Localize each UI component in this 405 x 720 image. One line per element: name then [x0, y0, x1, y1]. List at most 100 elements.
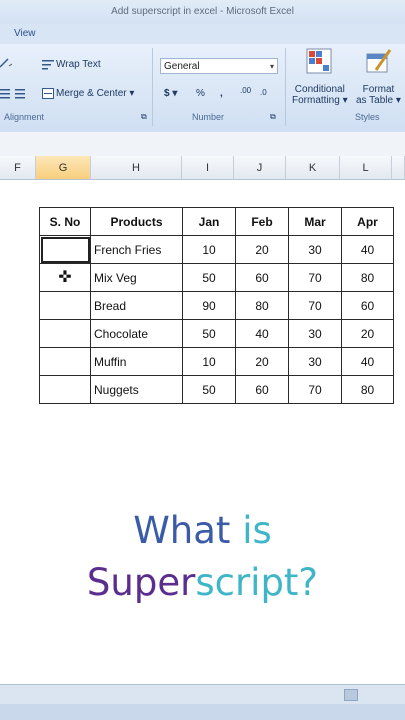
cell-sno[interactable]: ✜	[39, 263, 91, 292]
number-format-select[interactable]: General ▾	[160, 58, 278, 74]
column-header-f[interactable]: F	[0, 156, 36, 180]
format-as-table-icon[interactable]	[366, 48, 392, 77]
overlay-word-is: is	[242, 509, 272, 552]
indent-buttons[interactable]	[0, 88, 30, 99]
column-header-i[interactable]: I	[182, 156, 234, 180]
table-row: ✜ Mix Veg 50 60 70 80	[39, 263, 394, 292]
overlay-word-script: script?	[195, 561, 319, 604]
cell-sno[interactable]	[39, 319, 91, 348]
conditional-formatting-icon[interactable]	[306, 48, 332, 77]
percent-button[interactable]: %	[196, 88, 205, 99]
header-apr[interactable]: Apr	[341, 207, 394, 236]
overlay-caption: What is Superscript?	[0, 505, 405, 609]
cell-sno[interactable]	[39, 291, 91, 320]
header-sno[interactable]: S. No	[39, 207, 91, 236]
chevron-down-icon: ▾	[269, 62, 274, 71]
cell-value[interactable]: 30	[288, 319, 342, 348]
header-feb[interactable]: Feb	[235, 207, 289, 236]
column-header-j[interactable]: J	[234, 156, 286, 180]
overlay-line-1: What is	[0, 505, 405, 557]
cell-value[interactable]: 70	[288, 263, 342, 292]
header-jan[interactable]: Jan	[182, 207, 236, 236]
format-as-table-button[interactable]: Format as Table ▾	[356, 84, 401, 106]
cell-value[interactable]: 80	[341, 375, 394, 404]
cell-value[interactable]: 30	[288, 347, 342, 376]
alignment-launcher-icon[interactable]: ⧉	[141, 112, 147, 122]
table-row: Chocolate 50 40 30 20	[39, 319, 394, 348]
column-header-k[interactable]: K	[286, 156, 340, 180]
cell-product[interactable]: Muffin	[90, 347, 183, 376]
data-table: S. No Products Jan Feb Mar Apr French Fr…	[39, 207, 394, 404]
cell-value[interactable]: 80	[235, 291, 289, 320]
grid-icon	[306, 48, 332, 74]
group-separator	[285, 48, 286, 126]
number-launcher-icon[interactable]: ⧉	[270, 112, 276, 122]
cell-value[interactable]: 10	[182, 235, 236, 264]
overlay-word-super: Super	[86, 561, 196, 604]
conditional-formatting-button[interactable]: Conditional Formatting ▾	[292, 84, 348, 106]
cell-value[interactable]: 50	[182, 263, 236, 292]
cell-value[interactable]: 40	[235, 319, 289, 348]
table-row: Muffin 10 20 30 40	[39, 347, 394, 376]
cell-value[interactable]: 70	[288, 375, 342, 404]
cell-value[interactable]: 40	[341, 235, 394, 264]
window-title-bar: Add superscript in excel - Microsoft Exc…	[0, 0, 405, 24]
decrease-decimal-button[interactable]: .0	[260, 88, 267, 97]
cell-value[interactable]: 30	[288, 235, 342, 264]
conditional-formatting-label-2: Formatting	[292, 95, 340, 106]
overlay-word-what: What	[133, 509, 231, 552]
cell-value[interactable]: 60	[341, 291, 394, 320]
formula-bar-area	[0, 132, 405, 157]
increase-decimal-button[interactable]: .00	[240, 86, 251, 95]
window-title: Add superscript in excel - Microsoft Exc…	[111, 6, 294, 17]
cell-value[interactable]: 50	[182, 319, 236, 348]
indent-icon	[0, 89, 25, 99]
tab-view[interactable]: View	[14, 28, 36, 39]
cell-value[interactable]: 90	[182, 291, 236, 320]
scrollbar-thumb[interactable]	[344, 689, 358, 701]
cell-value[interactable]: 40	[341, 347, 394, 376]
cell-product[interactable]: Mix Veg	[90, 263, 183, 292]
cell-product[interactable]: Bread	[90, 291, 183, 320]
cell-sno[interactable]	[39, 375, 91, 404]
status-bar	[0, 704, 405, 720]
cell-value[interactable]: 80	[341, 263, 394, 292]
orientation-button[interactable]	[0, 58, 14, 69]
table-row: French Fries 10 20 30 40	[39, 235, 394, 264]
column-header-next[interactable]	[392, 156, 405, 180]
header-mar[interactable]: Mar	[288, 207, 342, 236]
merge-center-icon	[42, 88, 54, 99]
group-number-label: Number	[192, 112, 225, 122]
cell-value[interactable]: 20	[235, 235, 289, 264]
cell-value[interactable]: 60	[235, 375, 289, 404]
column-header-h[interactable]: H	[91, 156, 182, 180]
cell-value[interactable]: 60	[235, 263, 289, 292]
wrap-text-button[interactable]: Wrap Text	[42, 59, 101, 70]
cell-sno[interactable]	[39, 347, 91, 376]
cell-value[interactable]: 50	[182, 375, 236, 404]
cell-product[interactable]: Chocolate	[90, 319, 183, 348]
comma-button[interactable]: ,	[220, 88, 223, 99]
cell-product[interactable]: French Fries	[90, 235, 183, 264]
cell-value[interactable]: 20	[235, 347, 289, 376]
currency-label: $	[164, 88, 170, 99]
currency-button[interactable]: $ ▾	[164, 88, 177, 99]
cell-product[interactable]: Nuggets	[90, 375, 183, 404]
cell-value[interactable]: 70	[288, 291, 342, 320]
selected-cell[interactable]	[39, 235, 91, 264]
column-header-l[interactable]: L	[340, 156, 392, 180]
merge-center-button[interactable]: Merge & Center ▾	[42, 88, 134, 99]
header-products[interactable]: Products	[90, 207, 183, 236]
cell-value[interactable]: 10	[182, 347, 236, 376]
table-row: Nuggets 50 60 70 80	[39, 375, 394, 404]
wrap-text-label: Wrap Text	[56, 59, 101, 71]
conditional-formatting-label-1: Conditional	[294, 84, 345, 95]
ribbon-tab-row: View	[0, 24, 405, 44]
ribbon: Wrap Text Merge & Center ▾ Alignment ⧉ G…	[0, 44, 405, 133]
horizontal-scrollbar[interactable]	[0, 684, 405, 705]
column-header-g[interactable]: G	[36, 156, 91, 180]
table-row: Bread 90 80 70 60	[39, 291, 394, 320]
merge-dropdown-icon[interactable]: ▾	[129, 88, 134, 99]
table-brush-icon	[366, 49, 392, 73]
cell-value[interactable]: 20	[341, 319, 394, 348]
